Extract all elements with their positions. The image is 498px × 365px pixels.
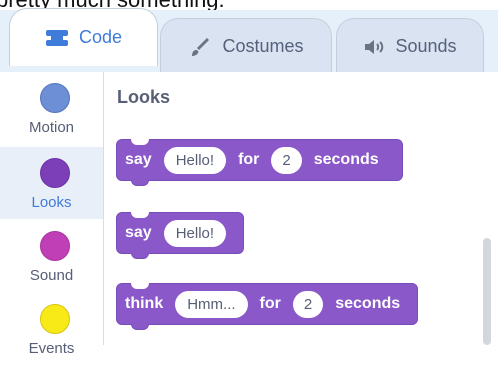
category-motion-label: Motion xyxy=(28,119,75,136)
block-message-input[interactable]: Hello! xyxy=(163,146,227,174)
tab-code-label: Code xyxy=(78,27,123,47)
category-motion[interactable]: Motion xyxy=(0,72,103,144)
code-icon xyxy=(45,28,69,48)
tab-code[interactable]: Code xyxy=(9,8,158,66)
block-for-word: for xyxy=(259,295,281,312)
block-thought-input[interactable]: Hmm... xyxy=(175,290,248,318)
block-seconds-input[interactable]: 2 xyxy=(292,290,324,318)
block-say-word: say xyxy=(125,224,152,241)
block-seconds-word: seconds xyxy=(313,151,379,168)
looks-color-dot xyxy=(40,158,70,188)
tab-costumes-label: Costumes xyxy=(222,36,304,56)
category-looks[interactable]: Looks xyxy=(0,147,103,219)
section-title-looks: Looks xyxy=(117,87,171,107)
category-events-label: Events xyxy=(28,340,75,357)
block-say-word: say xyxy=(125,151,152,168)
block-for-word: for xyxy=(238,151,260,168)
category-events[interactable]: Events xyxy=(0,293,103,365)
sound-color-dot xyxy=(40,231,70,261)
tab-costumes[interactable]: Costumes xyxy=(160,18,332,74)
block-seconds-word: seconds xyxy=(335,295,401,312)
motion-color-dot xyxy=(40,83,70,113)
brush-icon xyxy=(188,35,212,59)
events-color-dot xyxy=(40,304,70,334)
palette-scrollbar[interactable] xyxy=(483,238,491,345)
block-think-word: think xyxy=(125,295,164,312)
block-say-for-seconds[interactable]: say Hello! for 2 seconds xyxy=(116,139,403,186)
block-message-input[interactable]: Hello! xyxy=(163,219,227,247)
category-sidebar: Motion Looks Sound Events xyxy=(0,72,104,357)
tab-sounds[interactable]: Sounds xyxy=(336,18,484,74)
block-think-for-seconds[interactable]: think Hmm... for 2 seconds xyxy=(116,283,418,330)
category-looks-label: Looks xyxy=(31,194,72,211)
speaker-icon xyxy=(363,37,385,57)
category-sound[interactable]: Sound xyxy=(0,220,103,292)
category-sound-label: Sound xyxy=(29,267,74,284)
tab-sounds-label: Sounds xyxy=(395,36,457,56)
block-say[interactable]: say Hello! xyxy=(116,212,244,259)
block-seconds-input[interactable]: 2 xyxy=(271,146,302,174)
